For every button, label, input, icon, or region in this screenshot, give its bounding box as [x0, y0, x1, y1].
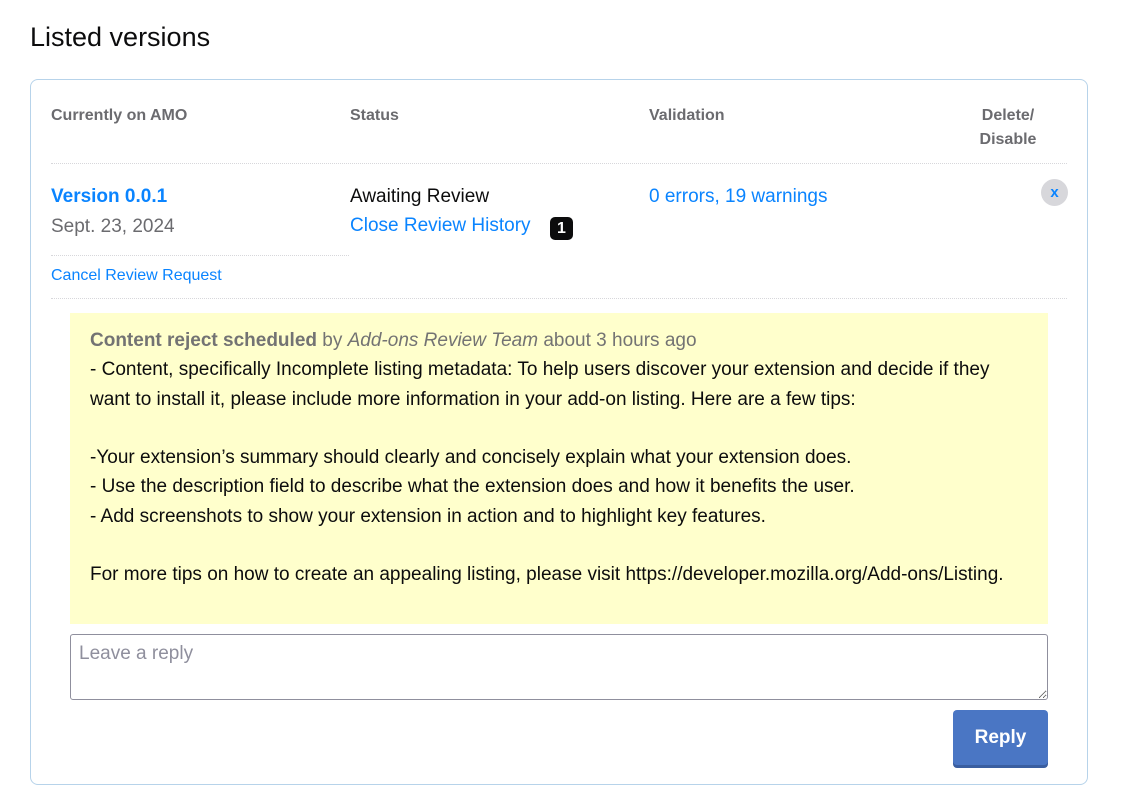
history-action: Content reject scheduled [90, 330, 317, 351]
history-spacer [90, 531, 1028, 560]
page-title: Listed versions [30, 22, 211, 52]
cancel-review-request-link[interactable]: Cancel Review Request [51, 267, 222, 285]
review-history-entry: Content reject scheduled by Add-ons Revi… [70, 313, 1048, 624]
header-divider [51, 163, 1067, 164]
version-cell-divider [51, 255, 349, 256]
version-link[interactable]: Version 0.0.1 [51, 186, 167, 208]
header-delete-line1: Delete/ [981, 107, 1035, 124]
header-delete-disable: Delete/ Disable [960, 104, 1056, 152]
version-date: Sept. 23, 2024 [51, 216, 175, 237]
history-message-line: For more tips on how to create an appeal… [90, 564, 1004, 586]
delete-version-button[interactable]: x [1041, 179, 1068, 206]
history-by: by [317, 330, 348, 351]
header-currently-on-amo: Currently on AMO [51, 107, 188, 124]
reply-button[interactable]: Reply [953, 710, 1048, 765]
history-message-line: - Content, specifically Incomplete listi… [90, 359, 990, 410]
history-message-line: -Your extension’s summary should clearly… [90, 447, 852, 469]
row-divider [51, 298, 1067, 299]
close-review-history-link[interactable]: Close Review History [350, 215, 531, 237]
history-entry-meta: Content reject scheduled by Add-ons Revi… [90, 326, 1028, 355]
history-spacer [90, 414, 1028, 443]
status-text: Awaiting Review [350, 186, 490, 207]
review-history-count-badge: 1 [550, 217, 573, 240]
header-status: Status [350, 107, 399, 124]
reply-textarea[interactable] [70, 634, 1048, 700]
history-author: Add-ons Review Team [347, 330, 539, 351]
history-time: about 3 hours ago [538, 330, 697, 351]
header-delete-line2: Disable [979, 131, 1037, 148]
history-message-line: - Add screenshots to show your extension… [90, 505, 766, 527]
history-message-line: - Use the description field to describe … [90, 476, 855, 498]
header-validation: Validation [649, 107, 725, 124]
validation-results-link[interactable]: 0 errors, 19 warnings [649, 186, 827, 208]
